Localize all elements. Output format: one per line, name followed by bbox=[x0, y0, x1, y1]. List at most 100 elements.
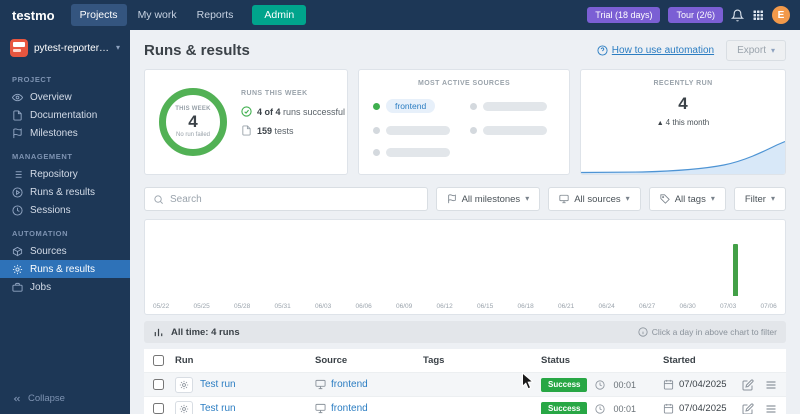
tour-badge[interactable]: Tour (2/6) bbox=[668, 7, 723, 23]
sidebar-item-automation-runs-results[interactable]: Runs & results bbox=[0, 260, 130, 278]
sidebar-item-runs-results[interactable]: Runs & results bbox=[0, 183, 130, 201]
sidebar-item-label: Runs & results bbox=[30, 186, 96, 198]
duration: 00:01 bbox=[613, 379, 636, 390]
sidebar-item-label: Sources bbox=[30, 245, 67, 257]
apps-icon[interactable] bbox=[752, 9, 764, 21]
search-input[interactable] bbox=[170, 193, 419, 205]
active-sources-card: MOST ACTIVE SOURCES frontend bbox=[358, 69, 570, 175]
row-menu-icon[interactable] bbox=[765, 403, 777, 414]
x-tick: 05/22 bbox=[153, 303, 170, 310]
sidebar-item-overview[interactable]: Overview bbox=[0, 88, 130, 106]
monitor-icon bbox=[315, 403, 326, 414]
runs-successful-stat: 4 of 4 runs successful bbox=[241, 106, 345, 117]
nav-my-work[interactable]: My work bbox=[129, 4, 186, 26]
x-tick: 06/21 bbox=[558, 303, 575, 310]
calendar-icon bbox=[663, 379, 674, 390]
filter-row: All milestones ▾ All sources ▾ All tags … bbox=[130, 175, 800, 211]
sidebar-item-repository[interactable]: Repository bbox=[0, 165, 130, 183]
run-link[interactable]: Test run bbox=[200, 379, 236, 390]
source-placeholder bbox=[373, 126, 458, 135]
success-ring: THIS WEEK 4 No run failed bbox=[159, 88, 227, 156]
sources-filter-button[interactable]: All sources ▾ bbox=[548, 187, 641, 211]
monitor-icon bbox=[315, 379, 326, 390]
flag-icon bbox=[12, 128, 23, 139]
row-menu-icon[interactable] bbox=[765, 379, 777, 391]
this-week-card: THIS WEEK 4 No run failed RUNS THIS WEEK… bbox=[144, 69, 348, 175]
play-circle-icon bbox=[12, 187, 23, 198]
row-checkbox[interactable] bbox=[153, 379, 164, 390]
table-row[interactable]: Test run frontend Success 00:01 07/04/20… bbox=[144, 373, 786, 397]
x-tick: 06/18 bbox=[517, 303, 534, 310]
source-link-frontend[interactable]: frontend bbox=[386, 99, 436, 113]
x-tick: 07/06 bbox=[760, 303, 777, 310]
status-badge: Success bbox=[541, 401, 588, 414]
gear-icon bbox=[12, 264, 23, 275]
bell-icon[interactable] bbox=[731, 9, 744, 22]
sidebar-item-jobs[interactable]: Jobs bbox=[0, 278, 130, 296]
tags-filter-button[interactable]: All tags ▾ bbox=[648, 187, 726, 211]
sidebar-item-sessions[interactable]: Sessions bbox=[0, 201, 130, 219]
source-item: frontend bbox=[373, 99, 458, 113]
sidebar-item-label: Milestones bbox=[30, 127, 78, 139]
page-header: Runs & results How to use automation Exp… bbox=[130, 30, 800, 69]
summary-label: All time: 4 runs bbox=[171, 326, 240, 338]
export-button[interactable]: Export ▾ bbox=[726, 40, 786, 61]
sidebar-item-milestones[interactable]: Milestones bbox=[0, 124, 130, 142]
nav-projects[interactable]: Projects bbox=[70, 4, 127, 26]
sidebar-item-documentation[interactable]: Documentation bbox=[0, 106, 130, 124]
sidebar-item-sources[interactable]: Sources bbox=[0, 242, 130, 260]
column-source: Source bbox=[315, 355, 348, 366]
avatar[interactable]: E bbox=[772, 6, 790, 24]
runs-timeline-chart[interactable]: 05/22 05/25 05/28 05/31 06/03 06/06 06/09 06/12… bbox=[144, 219, 786, 315]
file-icon bbox=[241, 125, 252, 136]
recently-run-trend: ▲ 4 this month bbox=[656, 118, 710, 127]
clock-icon bbox=[595, 380, 605, 390]
summary-cards: THIS WEEK 4 No run failed RUNS THIS WEEK… bbox=[130, 69, 800, 175]
edit-icon[interactable] bbox=[742, 403, 754, 414]
source-link[interactable]: frontend bbox=[331, 379, 368, 390]
x-tick: 05/28 bbox=[234, 303, 251, 310]
started-date: 07/04/2025 bbox=[679, 379, 727, 390]
row-checkbox[interactable] bbox=[153, 403, 164, 414]
chevron-down-icon: ▾ bbox=[115, 43, 120, 52]
sidebar-section-management: MANAGEMENT bbox=[12, 152, 73, 161]
ring-subtext: No run failed bbox=[175, 131, 211, 138]
app-logo[interactable]: testmo bbox=[0, 8, 71, 23]
filter-button[interactable]: Filter ▾ bbox=[733, 187, 786, 211]
table-row[interactable]: Test run frontend Success 00:01 07/04/20… bbox=[144, 397, 786, 414]
project-selector[interactable]: pytest-reporter-... ▾ bbox=[0, 30, 130, 65]
search-box bbox=[144, 187, 428, 211]
chart-x-axis: 05/22 05/25 05/28 05/31 06/03 06/06 06/09 06/12… bbox=[153, 303, 777, 310]
sidebar-section-automation: AUTOMATION bbox=[12, 229, 69, 238]
cube-icon bbox=[12, 246, 23, 257]
source-link[interactable]: frontend bbox=[331, 403, 368, 414]
flag-icon bbox=[447, 194, 457, 204]
sidebar-item-label: Overview bbox=[30, 91, 72, 103]
calendar-icon bbox=[663, 403, 674, 414]
run-bar[interactable] bbox=[732, 244, 738, 296]
source-placeholder bbox=[470, 99, 555, 113]
summary-hint: Click a day in above chart to filter bbox=[638, 327, 777, 337]
nav-reports[interactable]: Reports bbox=[188, 4, 243, 26]
x-tick: 05/25 bbox=[193, 303, 210, 310]
sidebar-section-project: PROJECT bbox=[12, 75, 52, 84]
tag-icon bbox=[660, 194, 670, 204]
automation-run-icon bbox=[175, 376, 193, 393]
collapse-button[interactable]: Collapse bbox=[0, 389, 130, 408]
info-circle-icon bbox=[638, 327, 648, 337]
chevron-down-icon: ▾ bbox=[770, 194, 775, 203]
chevron-down-icon: ▾ bbox=[770, 45, 775, 55]
edit-icon[interactable] bbox=[742, 379, 754, 391]
trial-badge[interactable]: Trial (18 days) bbox=[587, 7, 661, 23]
help-link[interactable]: How to use automation bbox=[597, 45, 714, 56]
eye-icon bbox=[12, 92, 23, 103]
file-icon bbox=[12, 110, 23, 121]
source-placeholder bbox=[470, 126, 555, 135]
x-tick: 06/27 bbox=[639, 303, 656, 310]
select-all-checkbox[interactable] bbox=[153, 355, 164, 366]
admin-button[interactable]: Admin bbox=[252, 5, 307, 25]
run-link[interactable]: Test run bbox=[200, 403, 236, 414]
milestones-filter-button[interactable]: All milestones ▾ bbox=[435, 187, 541, 211]
green-dot-icon bbox=[373, 102, 380, 110]
sidebar-item-label: Runs & results bbox=[30, 263, 96, 275]
